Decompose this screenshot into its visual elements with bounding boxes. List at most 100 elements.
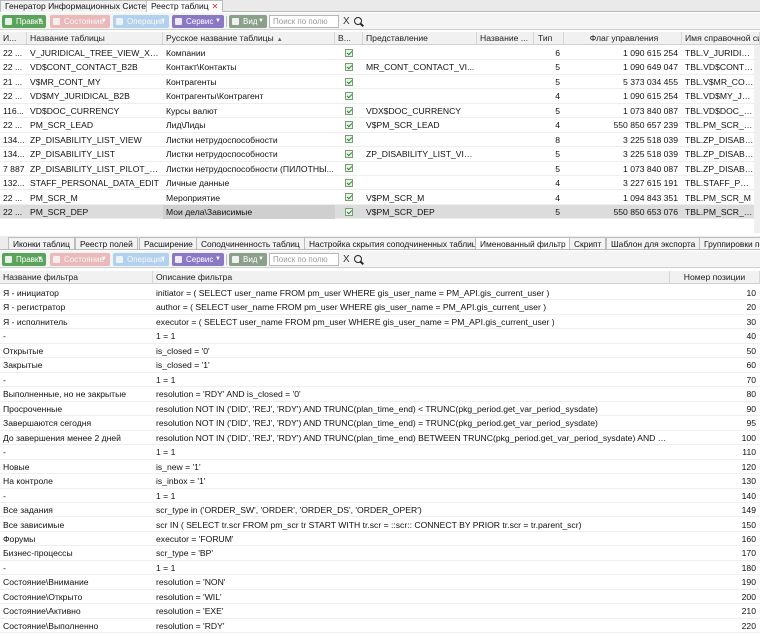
- window-tab-generator[interactable]: Генератор Информационных Систем: [0, 0, 157, 12]
- checkbox-checked-icon[interactable]: [345, 77, 353, 86]
- checkbox-checked-icon[interactable]: [345, 164, 353, 173]
- search-icon[interactable]: [354, 255, 362, 263]
- service-menu-button[interactable]: Сервис ▼: [172, 15, 224, 28]
- clear-search-icon[interactable]: X: [343, 253, 350, 266]
- tab-table-icons[interactable]: Иконки таблиц: [8, 237, 75, 249]
- operations-menu-button[interactable]: Операции ▼: [113, 15, 169, 28]
- filter-row[interactable]: Состояние\Открыто resolution = 'WIL' 200: [0, 590, 760, 605]
- filter-row[interactable]: Открытые is_closed = '0' 50: [0, 344, 760, 359]
- search-input[interactable]: [269, 15, 339, 28]
- table-row[interactable]: 21 ... V$MR_CONT_MY Контрагенты 5 5 373 034 …: [0, 75, 754, 90]
- clear-search-icon[interactable]: X: [343, 15, 350, 28]
- row-visible-checkbox[interactable]: [335, 162, 363, 176]
- col-filter-description-header[interactable]: Описание фильтра: [153, 271, 670, 284]
- col-table-name-header[interactable]: Название таблицы: [27, 32, 163, 45]
- row-visible-checkbox[interactable]: [335, 60, 363, 74]
- table-row[interactable]: 22 ... PM_SCR_DEP Мои дела\Зависимые V$PM_S…: [0, 204, 754, 220]
- service-menu-button[interactable]: Сервис ▼: [172, 253, 224, 266]
- col-reference-name-header[interactable]: Имя справочной си: [682, 32, 760, 45]
- filter-row[interactable]: До завершения менее 2 дней resolution NOT…: [0, 431, 760, 446]
- table-row[interactable]: 22 ... VD$CONT_CONTACT_B2B Контакт\Контакт…: [0, 60, 754, 75]
- checkbox-checked-icon[interactable]: [345, 120, 353, 129]
- checkbox-checked-icon[interactable]: [345, 193, 353, 202]
- filter-row[interactable]: - 1 = 1 180: [0, 561, 760, 576]
- filter-row[interactable]: Просроченные resolution NOT IN ('DID', 'R…: [0, 402, 760, 417]
- tab-table-subordination[interactable]: Соподчиненность таблиц: [196, 237, 305, 249]
- view-menu-button[interactable]: Вид ▼: [229, 253, 267, 266]
- row-visible-checkbox[interactable]: [335, 176, 363, 190]
- filter-row[interactable]: Состояние\Активно resolution = 'EXE' 210: [0, 604, 760, 619]
- filter-row[interactable]: Я - инициатор initiator = ( SELECT user_n…: [0, 286, 760, 301]
- search-icon[interactable]: [354, 17, 362, 25]
- filter-row[interactable]: Форумы executor = 'FORUM' 160: [0, 532, 760, 547]
- row-visible-checkbox[interactable]: [335, 147, 363, 161]
- row-visible-checkbox[interactable]: [335, 104, 363, 118]
- edit-menu-button[interactable]: Правка ▼: [2, 15, 46, 28]
- filter-row[interactable]: Все зависимые scr IN ( SELECT tr.scr FROM…: [0, 518, 760, 532]
- search-input[interactable]: [269, 253, 339, 266]
- tab-extension[interactable]: Расширение: [139, 237, 198, 249]
- col-id-header[interactable]: И...: [0, 32, 27, 45]
- col-control-flag-header[interactable]: Флаг управления: [564, 32, 682, 45]
- filter-row[interactable]: - 1 = 1 40: [0, 329, 760, 344]
- edit-menu-button[interactable]: Правка ▼: [2, 253, 46, 266]
- table-row[interactable]: 22 ... PM_SCR_M Мероприятие V$PM_SCR_M 4 1 09…: [0, 191, 754, 205]
- filter-row[interactable]: - 1 = 1 140: [0, 489, 760, 503]
- row-visible-checkbox[interactable]: [335, 133, 363, 147]
- filter-row[interactable]: - 1 = 1 70: [0, 373, 760, 388]
- filter-row[interactable]: Я - исполнитель executor = ( SELECT user_…: [0, 315, 760, 330]
- filter-row[interactable]: Состояние\Внимание resolution = 'NON' 190: [0, 575, 760, 590]
- checkbox-checked-icon[interactable]: [345, 178, 353, 187]
- row-visible-checkbox[interactable]: [335, 89, 363, 103]
- col-russian-name-header[interactable]: Русское название таблицы ▲: [163, 32, 335, 45]
- table-row[interactable]: 22 ... VD$MY_JURIDICAL_B2B Контрагенты\Кон…: [0, 89, 754, 104]
- view-menu-button[interactable]: Вид ▼: [229, 15, 267, 28]
- checkbox-checked-icon[interactable]: [345, 106, 353, 115]
- table-row[interactable]: 134... ZP_DISABILITY_LIST Листки нетрудосп…: [0, 147, 754, 162]
- window-tab-table-registry[interactable]: Реестр таблиц ✕: [146, 0, 224, 12]
- row-visible-checkbox[interactable]: [335, 205, 363, 219]
- col-view-name-header[interactable]: Название ...: [477, 32, 534, 45]
- col-position-number-header[interactable]: Номер позиции: [670, 271, 760, 284]
- tab-field-registry[interactable]: Реестр полей: [75, 237, 138, 249]
- table-row[interactable]: 22 ... PM_SCR_LEAD Лид\Лиды V$PM_SCR_LEAD 4 5…: [0, 118, 754, 133]
- filter-row[interactable]: Новые is_new = '1' 120: [0, 460, 760, 475]
- filter-row[interactable]: На контроле is_inbox = '1' 130: [0, 474, 760, 489]
- filter-row[interactable]: Я - регистратор author = ( SELECT user_na…: [0, 300, 760, 315]
- table-row[interactable]: 132... STAFF_PERSONAL_DATA_EDIT Личные дан…: [0, 176, 754, 191]
- checkbox-checked-icon[interactable]: [345, 48, 353, 57]
- filter-row[interactable]: - 1 = 1 110: [0, 445, 760, 460]
- checkbox-checked-icon[interactable]: [345, 207, 353, 216]
- tab-script[interactable]: Скрипт: [569, 237, 607, 249]
- checkbox-checked-icon[interactable]: [345, 92, 353, 101]
- checkbox-checked-icon[interactable]: [345, 149, 353, 158]
- filter-row[interactable]: Завершаются сегодня resolution NOT IN ('D…: [0, 416, 760, 431]
- row-visible-checkbox[interactable]: [335, 46, 363, 60]
- col-v-header[interactable]: В...: [335, 32, 363, 45]
- table-row[interactable]: 22 ... V_JURIDICAL_TREE_VIEW_X_B... Компан…: [0, 46, 754, 61]
- checkbox-checked-icon[interactable]: [345, 63, 353, 72]
- col-view-header[interactable]: Представление: [363, 32, 477, 45]
- row-visible-checkbox[interactable]: [335, 75, 363, 89]
- table-row[interactable]: 116... VD$DOC_CURRENCY Курсы валют VDX$DOC_…: [0, 104, 754, 119]
- operations-menu-button[interactable]: Операции ▼: [113, 253, 169, 266]
- state-menu-button[interactable]: Состояние ▼: [50, 15, 110, 28]
- col-filter-name-header[interactable]: Название фильтра: [0, 271, 153, 284]
- filter-row[interactable]: Состояние\Выполненно resolution = 'RDY' 22…: [0, 619, 760, 634]
- tables-grid-scrollbar[interactable]: [754, 45, 760, 233]
- filter-row[interactable]: Выполненные, но не закрытые resolution = …: [0, 387, 760, 402]
- table-row[interactable]: 134... ZP_DISABILITY_LIST_VIEW Листки нетр…: [0, 133, 754, 148]
- checkbox-checked-icon[interactable]: [345, 135, 353, 144]
- tab-hide-subordinate-tables[interactable]: Настройка скрытия соподчиненных таблиц: [304, 237, 482, 249]
- tab-export-template[interactable]: Шаблон для экспорта: [606, 237, 701, 249]
- filter-row[interactable]: Закрытые is_closed = '1' 60: [0, 358, 760, 373]
- col-type-header[interactable]: Тип: [534, 32, 564, 45]
- tab-default-groupings[interactable]: Группировки по-у: [699, 237, 760, 249]
- filter-row[interactable]: Бизнес-процессы scr_type = 'BP' 170: [0, 546, 760, 561]
- table-row[interactable]: 7 887 ZP_DISABILITY_LIST_PILOT_VI... Листк…: [0, 162, 754, 176]
- row-visible-checkbox[interactable]: [335, 191, 363, 205]
- row-visible-checkbox[interactable]: [335, 118, 363, 132]
- state-menu-button[interactable]: Состояние ▼: [50, 253, 110, 266]
- close-icon[interactable]: ✕: [212, 2, 219, 11]
- tab-named-filter[interactable]: Именованный фильтр: [475, 237, 571, 249]
